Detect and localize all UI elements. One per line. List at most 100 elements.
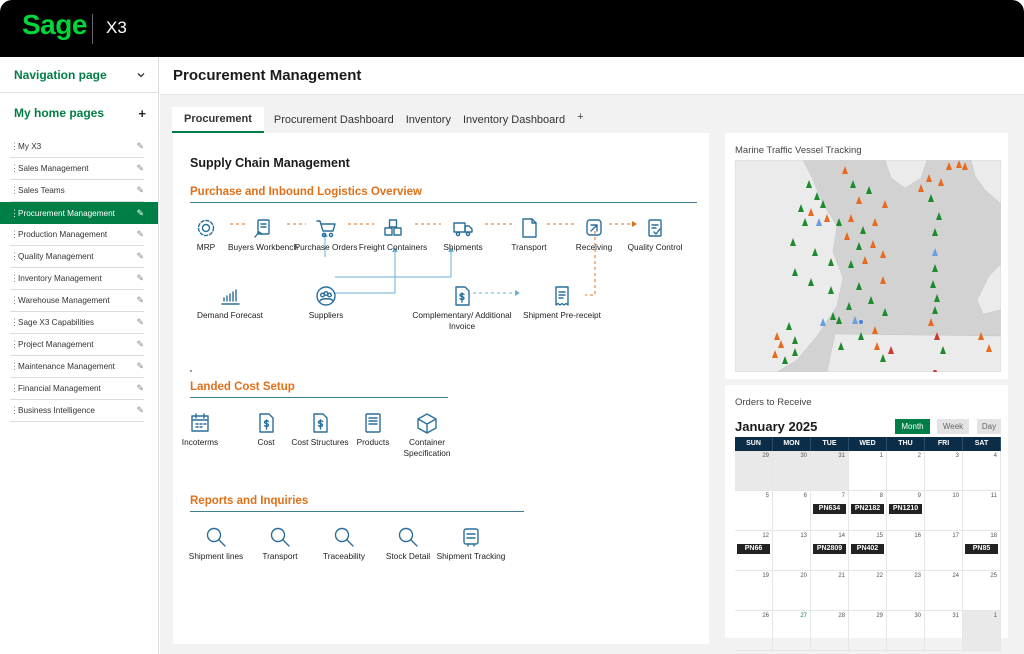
drag-handle-icon[interactable]: ⋮ — [10, 273, 19, 284]
edit-icon[interactable]: ✎ — [136, 185, 144, 196]
drag-handle-icon[interactable]: ⋮ — [10, 339, 19, 350]
order-event-badge[interactable]: PN2182 — [851, 504, 884, 514]
edit-icon[interactable]: ✎ — [136, 317, 144, 328]
edit-icon[interactable]: ✎ — [136, 141, 144, 152]
calendar-day-cell[interactable]: 24 — [925, 571, 963, 611]
tab[interactable]: Procurement Dashboard — [264, 107, 400, 133]
calendar-day-cell[interactable]: 6 — [773, 491, 811, 531]
drag-handle-icon[interactable]: ⋮ — [10, 229, 19, 240]
calendar-day-cell[interactable]: 12 PN66 — [735, 531, 773, 571]
tab[interactable]: Procurement — [172, 107, 264, 133]
calendar-day-cell[interactable]: 17 — [925, 531, 963, 571]
calendar-day-cell[interactable]: 9 PN1210 — [887, 491, 925, 531]
drag-handle-icon[interactable]: ⋮ — [10, 163, 19, 174]
drag-handle-icon[interactable]: ⋮ — [10, 361, 19, 372]
sidebar-item[interactable]: ⋮ Business Intelligence ✎ — [10, 400, 144, 422]
shortcut-invoice-link[interactable]: Complementary/ Additional Invoice — [412, 285, 512, 332]
sidebar-item[interactable]: ⋮ Sage X3 Capabilities ✎ — [10, 312, 144, 334]
sidebar-item[interactable]: ⋮ Warehouse Management ✎ — [10, 290, 144, 312]
order-event-badge[interactable]: PN2809 — [813, 544, 846, 554]
my-home-pages-header[interactable]: My home pages + — [0, 93, 158, 133]
drag-handle-icon[interactable]: ⋮ — [10, 405, 19, 416]
shortcut-chart-link[interactable]: Demand Forecast — [190, 285, 270, 321]
vessel-map[interactable] — [735, 160, 1001, 372]
order-event-badge[interactable]: PN402 — [851, 544, 884, 554]
calendar-day-cell[interactable]: 29 — [735, 451, 773, 491]
view-month-button[interactable]: Month — [895, 419, 930, 434]
edit-icon[interactable]: ✎ — [136, 361, 144, 372]
edit-icon[interactable]: ✎ — [136, 295, 144, 306]
sidebar-item[interactable]: ⋮ Sales Teams ✎ — [10, 180, 144, 202]
shortcut-receipt-link[interactable]: Shipment Pre-receipt — [522, 285, 602, 321]
drag-handle-icon[interactable]: ⋮ — [10, 208, 19, 219]
calendar-day-cell[interactable]: 3 — [925, 451, 963, 491]
edit-icon[interactable]: ✎ — [136, 229, 144, 240]
sidebar-item[interactable]: ⋮ Quality Management ✎ — [10, 246, 144, 268]
drag-handle-icon[interactable]: ⋮ — [10, 295, 19, 306]
vessel-marker[interactable] — [859, 320, 863, 324]
calendar-day-cell[interactable]: 19 — [735, 571, 773, 611]
shortcut-checklist-link[interactable]: Quality Control — [615, 217, 695, 253]
calendar-day-cell[interactable]: 22 — [849, 571, 887, 611]
tab[interactable]: Inventory — [400, 107, 457, 133]
sidebar-item[interactable]: ⋮ Project Management ✎ — [10, 334, 144, 356]
edit-icon[interactable]: ✎ — [136, 163, 144, 174]
view-day-button[interactable]: Day — [977, 419, 1001, 434]
calendar-day-cell[interactable]: 18 PN85 — [963, 531, 1001, 571]
calendar-day-cell[interactable]: 29 — [849, 611, 887, 651]
calendar-day-cell[interactable]: 1 — [963, 611, 1001, 651]
shortcut-boxes-link[interactable]: Freight Containers — [353, 217, 433, 253]
edit-icon[interactable]: ✎ — [136, 208, 144, 219]
calendar-day-cell[interactable]: 30 — [887, 611, 925, 651]
calendar-day-cell[interactable]: 21 — [811, 571, 849, 611]
shortcut-people-link[interactable]: Suppliers — [286, 285, 366, 321]
calendar-day-cell[interactable]: 26 — [735, 611, 773, 651]
calendar-day-cell[interactable]: 15 PN402 — [849, 531, 887, 571]
drag-handle-icon[interactable]: ⋮ — [10, 185, 19, 196]
edit-icon[interactable]: ✎ — [136, 251, 144, 262]
calendar-day-cell[interactable]: 16 — [887, 531, 925, 571]
edit-icon[interactable]: ✎ — [136, 383, 144, 394]
edit-icon[interactable]: ✎ — [136, 339, 144, 350]
calendar-day-cell[interactable]: 5 — [735, 491, 773, 531]
calendar-day-cell[interactable]: 13 — [773, 531, 811, 571]
drag-handle-icon[interactable]: ⋮ — [10, 317, 19, 328]
calendar-day-cell[interactable]: 7 PN634 — [811, 491, 849, 531]
shortcut-box-link[interactable]: Container Specification — [387, 412, 467, 459]
order-event-badge[interactable]: PN85 — [965, 544, 998, 554]
edit-icon[interactable]: ✎ — [136, 405, 144, 416]
calendar-day-cell[interactable]: 4 — [963, 451, 1001, 491]
drag-handle-icon[interactable]: ⋮ — [10, 141, 19, 152]
calendar-day-cell[interactable]: 30 — [773, 451, 811, 491]
calendar-day-cell[interactable]: 31 — [811, 451, 849, 491]
sidebar-item[interactable]: ⋮ Sales Management ✎ — [10, 158, 144, 180]
order-event-badge[interactable]: PN1210 — [889, 504, 922, 514]
sage-logo[interactable]: Sage — [22, 9, 87, 41]
calendar-day-cell[interactable]: 10 — [925, 491, 963, 531]
add-icon[interactable]: + — [138, 106, 146, 121]
drag-handle-icon[interactable]: ⋮ — [10, 251, 19, 262]
calendar-day-cell[interactable]: 14 PN2809 — [811, 531, 849, 571]
sidebar-item[interactable]: ⋮ My X3 ✎ — [10, 136, 144, 158]
order-event-badge[interactable]: PN634 — [813, 504, 846, 514]
drag-handle-icon[interactable]: ⋮ — [10, 383, 19, 394]
edit-icon[interactable]: ✎ — [136, 273, 144, 284]
sidebar-item[interactable]: ⋮ Production Management ✎ — [10, 224, 144, 246]
calendar-day-cell[interactable]: 1 — [849, 451, 887, 491]
calendar-day-cell[interactable]: 27 — [773, 611, 811, 651]
add-tab-button[interactable]: + — [571, 107, 589, 133]
sidebar-item[interactable]: ⋮ Inventory Management ✎ — [10, 268, 144, 290]
calendar-day-cell[interactable]: 28 — [811, 611, 849, 651]
sidebar-item[interactable]: ⋮ Procurement Management ✎ — [0, 202, 158, 224]
order-event-badge[interactable]: PN66 — [737, 544, 770, 554]
sidebar-item[interactable]: ⋮ Financial Management ✎ — [10, 378, 144, 400]
calendar-day-cell[interactable]: 8 PN2182 — [849, 491, 887, 531]
view-week-button[interactable]: Week — [937, 419, 969, 434]
tab[interactable]: Inventory Dashboard — [457, 107, 571, 133]
calendar-day-cell[interactable]: 11 — [963, 491, 1001, 531]
navigation-page-toggle[interactable]: Navigation page — [0, 57, 158, 93]
calendar-day-cell[interactable]: 2 — [887, 451, 925, 491]
calendar-day-cell[interactable]: 25 — [963, 571, 1001, 611]
calendar-day-cell[interactable]: 20 — [773, 571, 811, 611]
sidebar-item[interactable]: ⋮ Maintenance Management ✎ — [10, 356, 144, 378]
